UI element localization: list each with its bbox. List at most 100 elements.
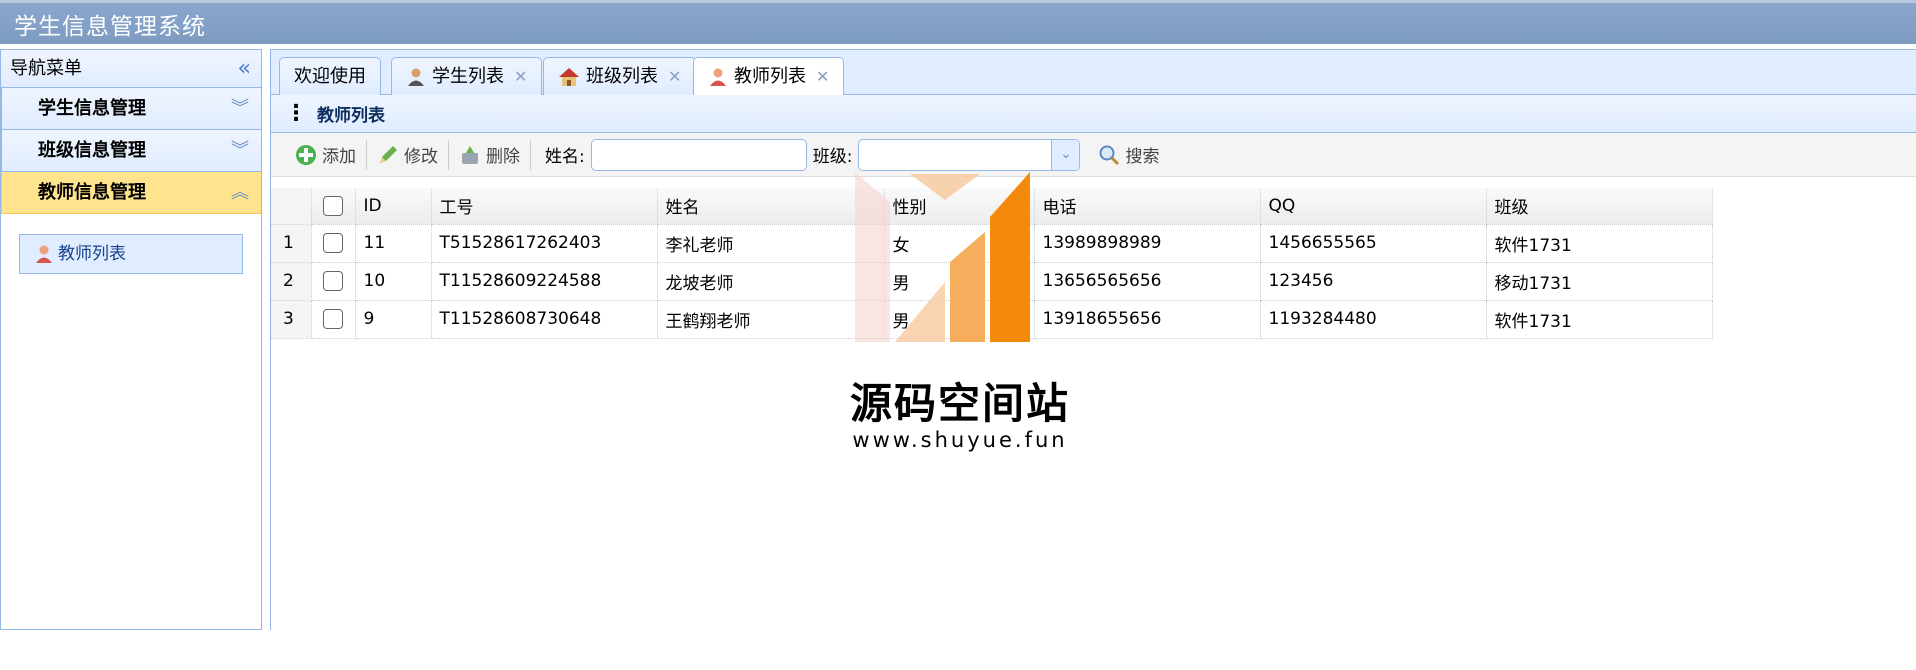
edit-label: 修改	[404, 147, 438, 167]
chevron-down-icon[interactable]: ︾	[231, 88, 249, 129]
row-checkbox[interactable]	[311, 224, 356, 263]
close-icon[interactable]: ✕	[816, 59, 829, 95]
cell-gender: 男	[884, 262, 1035, 301]
chevron-down-icon[interactable]: ⌄	[1051, 139, 1080, 170]
panel-header: ⋮ 教师列表	[271, 95, 1916, 133]
class-label: 班级:	[812, 147, 853, 167]
cell-id: 10	[355, 262, 432, 301]
navigation-panel: 导航菜单 « 学生信息管理 ︾ 班级信息管理 ︾ 教师信息管理 ︽ 教师列表	[0, 49, 262, 630]
cell-name: 王鹤翔老师	[657, 300, 885, 339]
pencil-icon	[380, 145, 397, 163]
tab-class-list[interactable]: 班级列表 ✕	[543, 57, 697, 95]
teacher-icon	[36, 245, 52, 263]
column-header-qq[interactable]: QQ	[1260, 188, 1487, 225]
app-title: 学生信息管理系统	[14, 14, 206, 40]
cell-phone: 13989898989	[1034, 224, 1261, 263]
search-button[interactable]: 搜索	[1088, 139, 1169, 171]
app-titlebar: 学生信息管理系统	[0, 0, 1916, 44]
delete-label: 删除	[486, 147, 520, 167]
row-number: 2	[271, 262, 312, 301]
delete-button[interactable]: 删除	[449, 139, 530, 171]
toolbar-separator	[530, 139, 531, 170]
select-all-checkbox[interactable]	[311, 188, 356, 225]
nav-section-label: 学生信息管理	[38, 98, 146, 119]
edit-button[interactable]: 修改	[367, 139, 448, 171]
add-icon	[296, 144, 316, 165]
nav-section-teacher[interactable]: 教师信息管理 ︽	[1, 172, 261, 214]
name-label: 姓名:	[545, 147, 585, 167]
cell-sn: T51528617262403	[431, 224, 658, 263]
column-header-class[interactable]: 班级	[1486, 188, 1713, 225]
more-icon[interactable]: ⋮	[285, 102, 307, 124]
chevron-down-icon[interactable]: ︾	[231, 130, 249, 171]
nav-header: 导航菜单 «	[1, 50, 261, 88]
main-panel: 欢迎使用 学生列表 ✕ 班级列表 ✕ 教师列表 ✕ ⋮ 教师列表 添加 修改 删…	[270, 49, 1916, 630]
nav-section-label: 教师信息管理	[38, 182, 146, 203]
name-input[interactable]	[590, 138, 807, 171]
cell-sn: T11528608730648	[431, 300, 658, 339]
search-label: 搜索	[1125, 147, 1160, 167]
table-row[interactable]: 2 10 T11528609224588 龙坡老师 男 13656565656 …	[271, 262, 1713, 301]
cell-class: 移动1731	[1486, 262, 1713, 301]
nav-link-teacher-list[interactable]: 教师列表	[19, 234, 243, 274]
tab-label: 欢迎使用	[294, 65, 366, 87]
nav-section-label: 班级信息管理	[38, 140, 146, 161]
home-icon	[559, 67, 579, 86]
table-row[interactable]: 1 11 T51528617262403 李礼老师 女 13989898989 …	[271, 224, 1713, 263]
cell-gender: 女	[884, 224, 1035, 263]
column-header-id[interactable]: ID	[355, 188, 432, 225]
cell-qq: 1193284480	[1260, 300, 1487, 339]
table-row[interactable]: 3 9 T11528608730648 王鹤翔老师 男 13918655656 …	[271, 300, 1713, 339]
student-icon	[408, 68, 424, 86]
cell-qq: 1456655565	[1260, 224, 1487, 263]
close-icon[interactable]: ✕	[514, 59, 527, 95]
cell-qq: 123456	[1260, 262, 1487, 301]
panel-title: 教师列表	[317, 106, 385, 126]
nav-section-student[interactable]: 学生信息管理 ︾	[1, 88, 261, 130]
tab-label: 学生列表	[432, 65, 504, 87]
teacher-grid: ID 工号 姓名 性别 电话 QQ 班级 1 11 T5152861726240…	[271, 188, 1713, 339]
cell-name: 李礼老师	[657, 224, 885, 263]
tab-student-list[interactable]: 学生列表 ✕	[391, 57, 543, 95]
add-label: 添加	[322, 147, 356, 167]
toolbar: 添加 修改 删除 姓名: 班级: ⌄ 搜索	[271, 133, 1916, 177]
cell-class: 软件1731	[1486, 224, 1713, 263]
chevron-up-icon[interactable]: ︽	[231, 172, 249, 213]
close-icon[interactable]: ✕	[668, 59, 681, 95]
row-number: 3	[271, 300, 312, 339]
nav-section-body: 教师列表	[1, 214, 261, 670]
watermark-text: 源码空间站	[849, 379, 1070, 428]
row-number-header	[271, 188, 312, 225]
nav-section-class[interactable]: 班级信息管理 ︾	[1, 130, 261, 172]
row-checkbox[interactable]	[311, 300, 356, 339]
row-number: 1	[271, 224, 312, 263]
grid-header-row: ID 工号 姓名 性别 电话 QQ 班级	[271, 188, 1713, 225]
search-icon	[1099, 145, 1120, 165]
watermark-url: www.shuyue.fun	[852, 428, 1068, 452]
teacher-icon	[710, 68, 726, 86]
add-button[interactable]: 添加	[285, 139, 366, 171]
tab-label: 班级列表	[586, 65, 658, 87]
tab-teacher-list[interactable]: 教师列表 ✕	[693, 57, 845, 96]
delete-icon	[462, 145, 478, 164]
column-header-gender[interactable]: 性别	[884, 188, 1035, 225]
cell-id: 9	[355, 300, 432, 339]
nav-link-label: 教师列表	[58, 244, 126, 264]
cell-phone: 13918655656	[1034, 300, 1261, 339]
cell-phone: 13656565656	[1034, 262, 1261, 301]
cell-name: 龙坡老师	[657, 262, 885, 301]
row-checkbox[interactable]	[311, 262, 356, 301]
column-header-phone[interactable]: 电话	[1034, 188, 1261, 225]
class-select[interactable]: ⌄	[858, 138, 1081, 171]
collapse-icon[interactable]: «	[238, 50, 251, 87]
cell-class: 软件1731	[1486, 300, 1713, 339]
column-header-sn[interactable]: 工号	[431, 188, 658, 225]
cell-id: 11	[355, 224, 432, 263]
nav-header-label: 导航菜单	[10, 58, 82, 79]
tab-welcome[interactable]: 欢迎使用	[279, 57, 381, 95]
cell-gender: 男	[884, 300, 1035, 339]
tab-label: 教师列表	[734, 66, 806, 87]
cell-sn: T11528609224588	[431, 262, 658, 301]
tab-bar: 欢迎使用 学生列表 ✕ 班级列表 ✕ 教师列表 ✕	[271, 50, 1916, 96]
column-header-name[interactable]: 姓名	[657, 188, 885, 225]
